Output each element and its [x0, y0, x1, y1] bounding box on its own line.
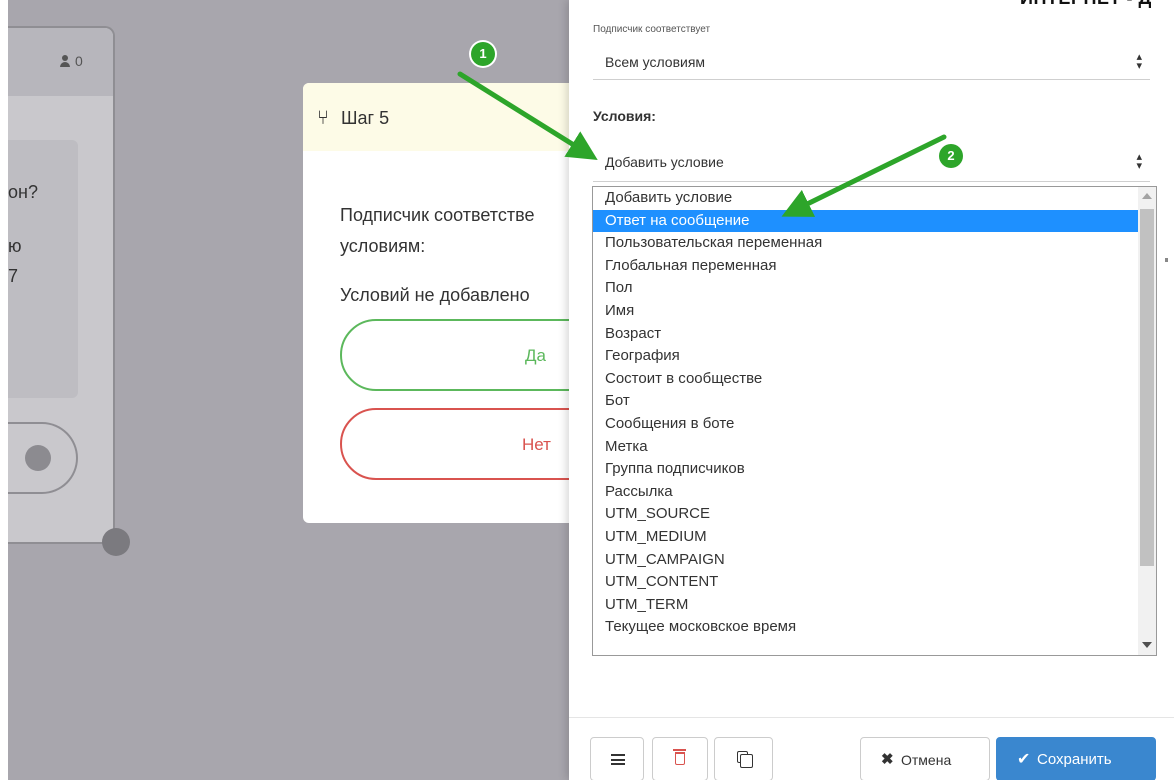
match-select-value: Всем условиям — [605, 54, 706, 70]
yes-button[interactable]: Да — [340, 319, 583, 391]
dropdown-option[interactable]: UTM_TERM — [593, 594, 1139, 617]
add-condition-select-value: Добавить условие — [605, 154, 724, 170]
dropdown-option[interactable]: UTM_CONTENT — [593, 571, 1139, 594]
user-icon — [60, 55, 70, 67]
dropdown-option[interactable]: Метка — [593, 436, 1139, 459]
dropdown-options: Добавить условие Ответ на сообщение Поль… — [593, 187, 1139, 639]
trash-icon — [673, 749, 686, 765]
step-header: ⑂ Шаг 5 — [303, 83, 583, 151]
dropdown-option[interactable]: Пол — [593, 277, 1139, 300]
condition-dropdown-list[interactable]: Добавить условие Ответ на сообщение Поль… — [592, 186, 1157, 656]
annotation-marker-1: 1 — [471, 42, 495, 66]
no-label: Нет — [522, 435, 551, 454]
dropdown-option[interactable]: Пользовательская переменная — [593, 232, 1139, 255]
dropdown-option[interactable]: Возраст — [593, 323, 1139, 346]
connector-handle[interactable] — [102, 528, 130, 556]
cancel-label: Отмена — [901, 752, 952, 768]
dropdown-option[interactable]: Добавить условие — [593, 187, 1139, 210]
dropdown-option[interactable]: География — [593, 345, 1139, 368]
branch-icon: ⑂ — [317, 107, 329, 129]
step-title: Шаг 5 — [341, 108, 390, 128]
step-card: ⑂ Шаг 5 Подписчик соответстве условиям: … — [303, 83, 583, 523]
no-button[interactable]: Нет — [340, 408, 583, 480]
match-label: Подписчик соответствует — [593, 24, 711, 35]
subscriber-count-value: 0 — [75, 53, 83, 69]
dropdown-option[interactable]: UTM_MEDIUM — [593, 526, 1139, 549]
no-conditions-text: Условий не добавлено — [340, 285, 530, 305]
copy-button[interactable] — [714, 737, 773, 780]
menu-button[interactable] — [590, 737, 644, 780]
scroll-up-icon[interactable] — [1142, 193, 1152, 199]
subscriber-count: 0 — [60, 53, 83, 69]
times-icon: ✖ — [881, 751, 894, 768]
dropdown-option[interactable]: UTM_CAMPAIGN — [593, 549, 1139, 572]
dropdown-option[interactable]: Имя — [593, 300, 1139, 323]
step-question-line: Подписчик соответстве — [340, 205, 535, 225]
dropdown-option[interactable]: Группа подписчиков — [593, 458, 1139, 481]
scrollbar-thumb[interactable] — [1140, 209, 1154, 566]
scroll-down-icon[interactable] — [1142, 642, 1152, 648]
dropdown-option[interactable]: Сообщения в боте — [593, 413, 1139, 436]
cancel-button[interactable]: ✖ Отмена — [860, 737, 990, 780]
dropdown-option[interactable]: Глобальная переменная — [593, 255, 1139, 278]
background-pill-button — [8, 422, 78, 494]
step-question: Подписчик соответстве условиям: — [340, 200, 583, 262]
dropdown-option[interactable]: UTM_SOURCE — [593, 503, 1139, 526]
conditions-panel: ИНТЕРНЕТ - Д Подписчик соответствует Все… — [569, 0, 1174, 780]
left-edge — [0, 0, 8, 780]
dropdown-option[interactable]: Состоит в сообществе — [593, 368, 1139, 391]
delete-button[interactable] — [652, 737, 708, 780]
hamburger-icon — [611, 754, 625, 765]
save-button[interactable]: ✔ Сохранить — [996, 737, 1156, 780]
yes-label: Да — [525, 346, 546, 365]
dropdown-option-selected[interactable]: Ответ на сообщение — [593, 209, 1139, 233]
add-condition-select[interactable]: Добавить условие ▴ ▾ — [593, 146, 1150, 182]
dropdown-scrollbar[interactable] — [1138, 187, 1156, 655]
pill-dot — [25, 445, 51, 471]
dropdown-option[interactable]: Текущее московское время — [593, 616, 1139, 639]
background-text-line: 7 — [8, 266, 19, 286]
annotation-marker-2: 2 — [939, 144, 963, 168]
sort-caret-icon: ▴ ▾ — [1136, 51, 1142, 72]
check-icon: ✔ — [1017, 751, 1031, 768]
background-text-line: он? — [8, 182, 38, 202]
panel-footer: ✖ Отмена ✔ Сохранить — [569, 717, 1174, 780]
dropdown-option[interactable]: Бот — [593, 390, 1139, 413]
background-card-message: он? ю 7 — [8, 140, 78, 398]
sort-caret-icon: ▴ ▾ — [1136, 151, 1142, 172]
panel-top-title: ИНТЕРНЕТ - Д — [1020, 0, 1152, 9]
match-select[interactable]: Всем условиям ▴ ▾ — [593, 46, 1150, 80]
background-card: 0 он? ю 7 — [8, 26, 115, 544]
copy-icon — [737, 751, 753, 768]
dropdown-option[interactable]: Рассылка — [593, 481, 1139, 504]
background-text-line: ю — [8, 236, 22, 256]
conditions-label: Условия: — [593, 108, 656, 124]
edge-mark — [1165, 258, 1168, 262]
step-question-line: условиям: — [340, 236, 426, 256]
save-label: Сохранить — [1037, 751, 1112, 768]
background-card-header: 0 — [8, 28, 113, 96]
